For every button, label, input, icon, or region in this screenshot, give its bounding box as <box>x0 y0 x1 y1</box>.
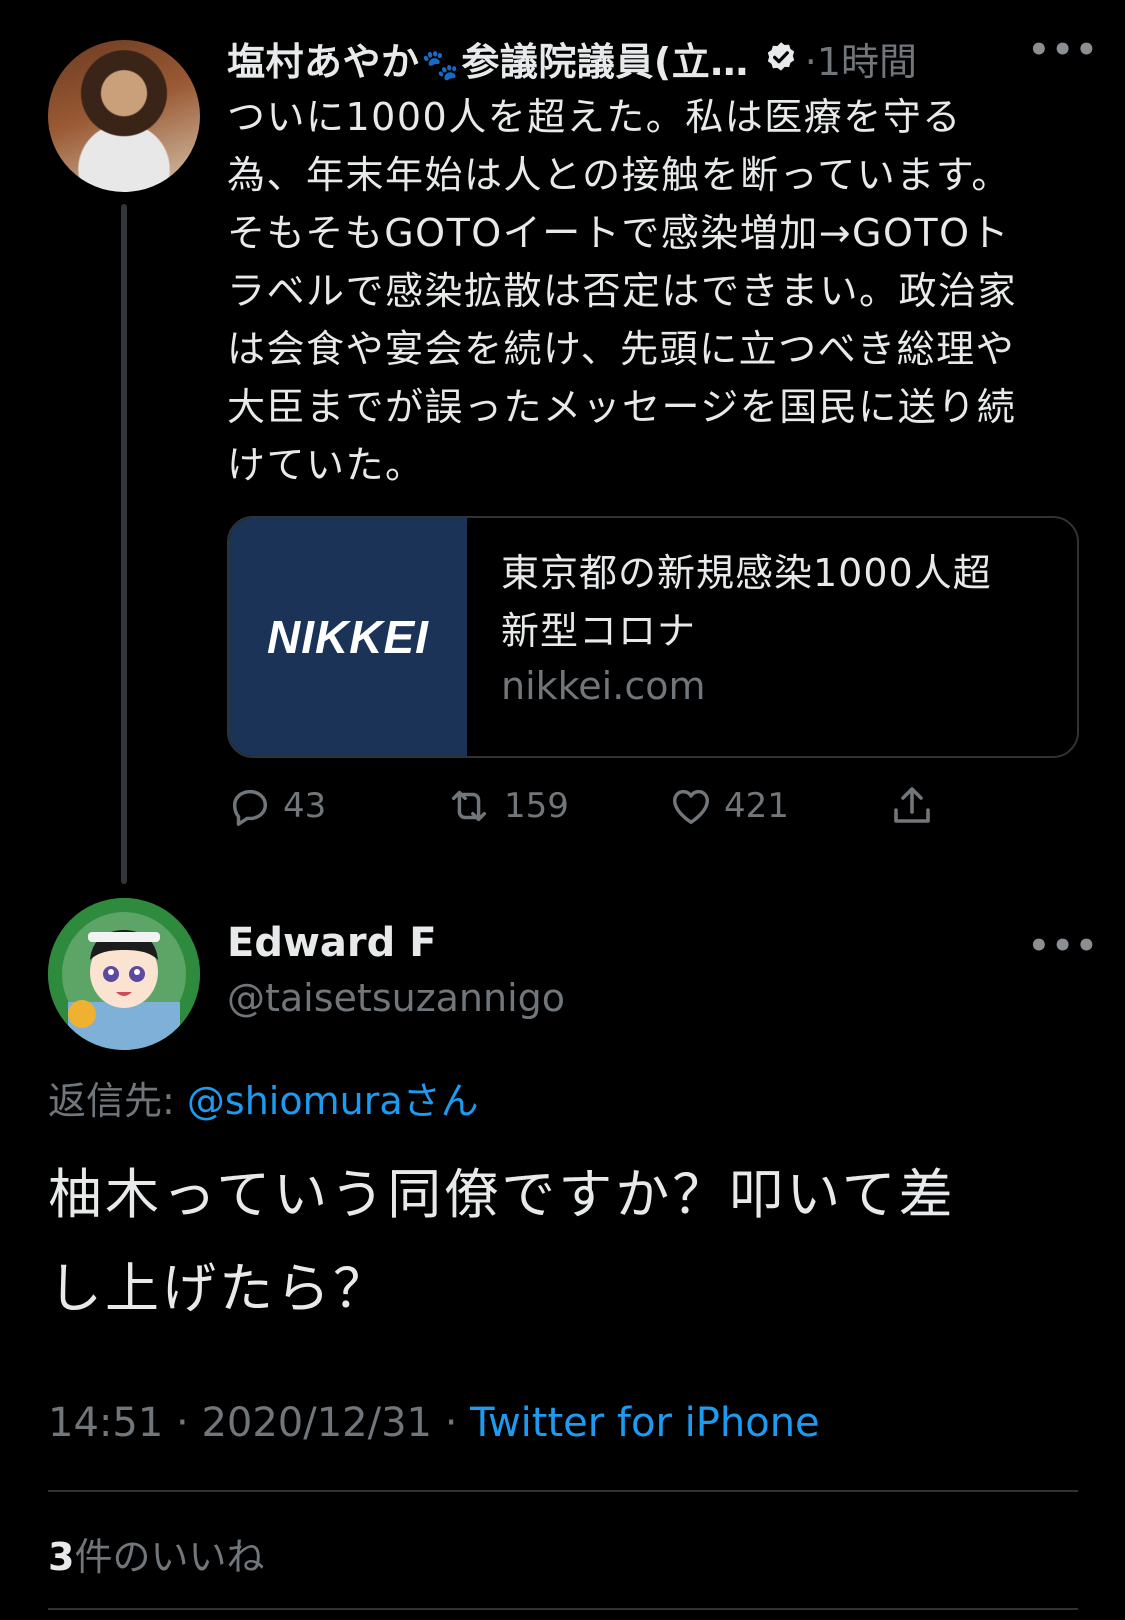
parent-author-title-text: 参議院議員(立… <box>461 39 749 84</box>
parent-tweet-text: ついに1000人を超えた。私は医療を守る 為、年末年始は人との接触を断っています… <box>227 95 1018 487</box>
mention-suffix: さん <box>402 1079 479 1123</box>
card-domain: nikkei.com <box>501 664 706 708</box>
share-button[interactable] <box>888 778 946 834</box>
parent-author-avatar[interactable] <box>48 40 200 192</box>
reply-tweet-text: 柚木っていう同僚ですか？叩いて差 し上げたら？ <box>48 1163 956 1320</box>
meta-separator: · <box>176 1400 189 1446</box>
heart-icon <box>672 789 710 825</box>
replying-to-label: 返信先: <box>48 1079 175 1123</box>
meta-separator: · <box>444 1400 458 1446</box>
tweet-meta-row: 14:51 · 2020/12/31 · Twitter for iPhone <box>48 1400 820 1446</box>
tweet-time[interactable]: 14:51 <box>48 1400 163 1446</box>
parent-author-name[interactable]: 塩村あやか🐾参議院議員(立… <box>227 31 749 86</box>
thread-connector-line <box>121 204 127 884</box>
divider <box>48 1608 1078 1610</box>
parent-time-ago: 1時間 <box>816 39 918 84</box>
parent-timestamp[interactable]: ·1時間 <box>805 31 917 86</box>
reply-author-name[interactable]: Edward F <box>227 920 437 966</box>
like-button[interactable]: 421 <box>668 778 789 834</box>
cartoon-avatar-image <box>48 898 200 1050</box>
nikkei-logo: NIKKEI <box>267 611 429 663</box>
link-preview-card[interactable]: NIKKEI 東京都の新規感染1000人超 新型コロナ nikkei.com <box>227 516 1079 758</box>
card-thumbnail: NIKKEI <box>229 518 467 756</box>
reply-icon <box>232 789 268 826</box>
replying-to-mention[interactable]: @shiomuraさん <box>187 1079 479 1123</box>
card-title: 東京都の新規感染1000人超 新型コロナ <box>501 551 992 653</box>
replying-to-line: 返信先: @shiomuraさん <box>48 1070 479 1125</box>
paw-prints-icon: 🐾 <box>421 47 460 83</box>
likes-label: 件のいいね <box>74 1535 265 1579</box>
share-icon <box>894 787 930 823</box>
verified-badge-icon <box>767 42 794 71</box>
mention-handle: @shiomura <box>186 1079 403 1123</box>
reply-button[interactable]: 43 <box>227 778 326 834</box>
like-count: 421 <box>724 786 789 826</box>
tweet-date[interactable]: 2020/12/31 <box>201 1400 432 1446</box>
parent-author-header: 塩村あやか🐾参議院議員(立… ·1時間 <box>227 30 1077 86</box>
retweet-button[interactable]: 159 <box>444 778 569 834</box>
divider <box>48 1490 1078 1492</box>
retweet-icon <box>451 790 487 822</box>
reply-author-handle[interactable]: @taisetsuzannigo <box>227 976 565 1020</box>
likes-summary[interactable]: 3件のいいね <box>48 1526 264 1581</box>
parent-more-options-icon[interactable]: ••• <box>1028 30 1099 70</box>
likes-count: 3 <box>48 1535 75 1579</box>
reply-author-avatar[interactable] <box>48 898 200 1050</box>
parent-author-name-text: 塩村あやか <box>227 39 420 84</box>
tweet-source[interactable]: Twitter for iPhone <box>470 1400 820 1446</box>
retweet-count: 159 <box>504 786 569 826</box>
reply-more-options-icon[interactable]: ••• <box>1028 926 1099 966</box>
reply-count: 43 <box>283 786 327 826</box>
